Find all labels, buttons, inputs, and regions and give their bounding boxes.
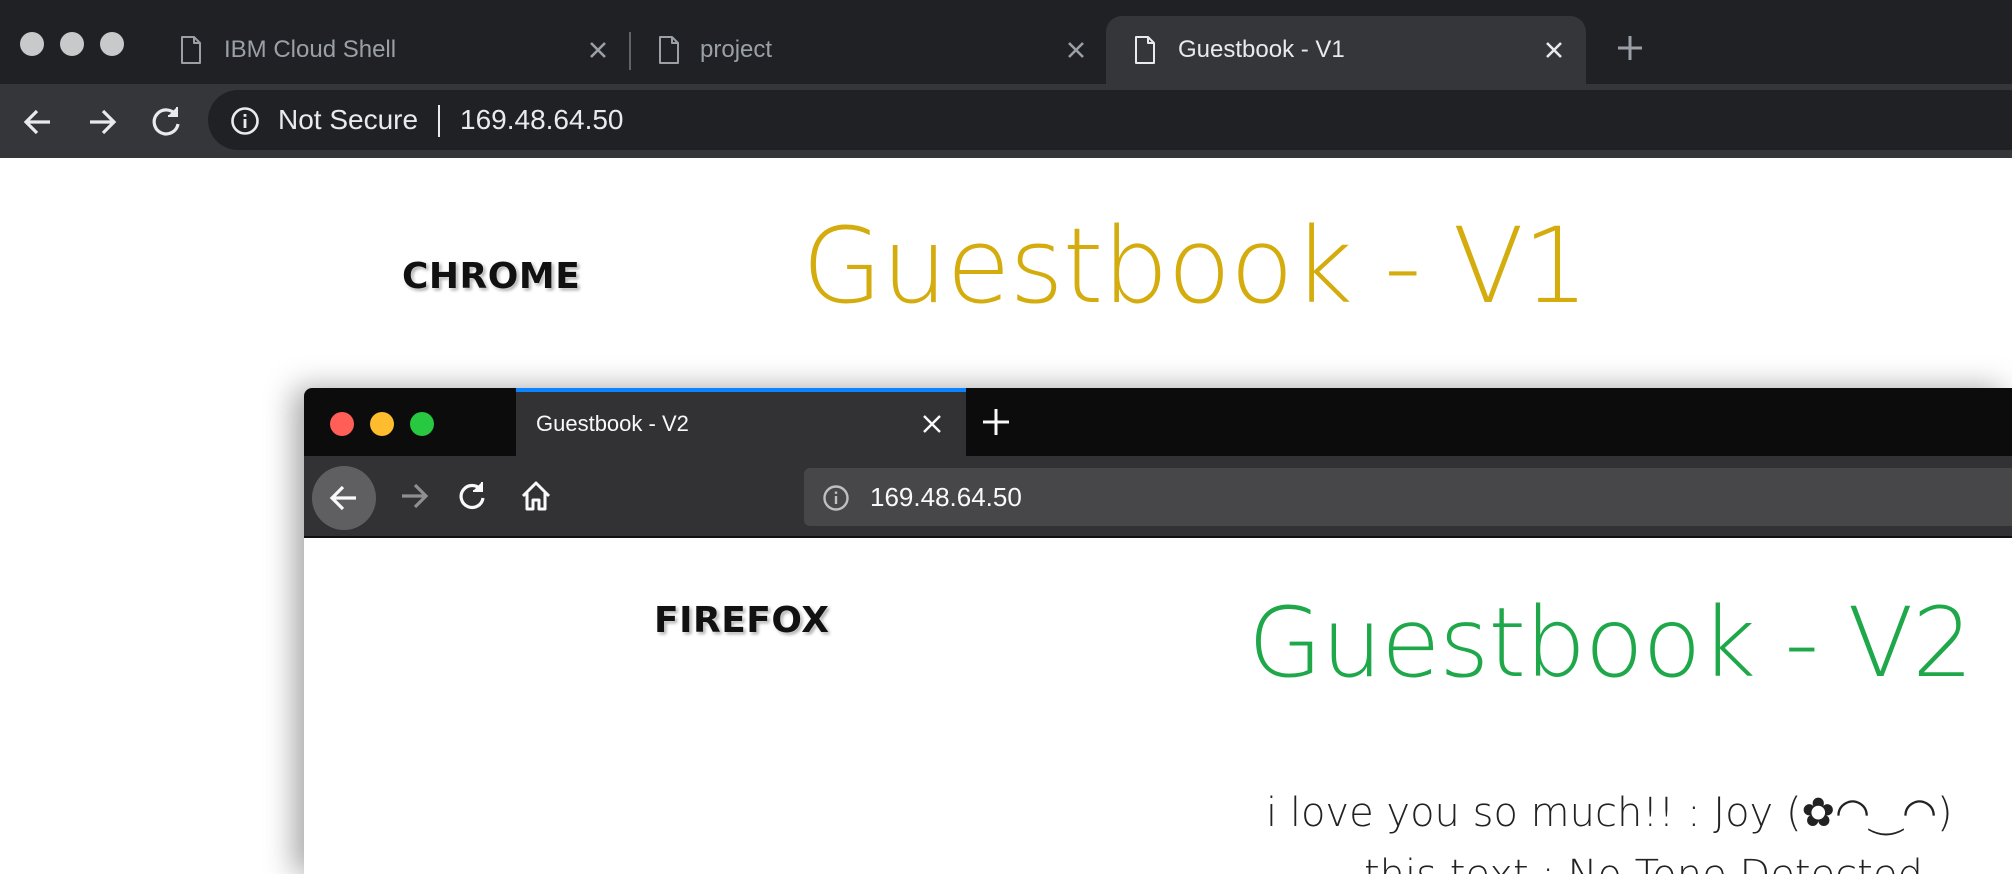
tab-title: Guestbook - V2 bbox=[536, 411, 689, 436]
tab-title: IBM Cloud Shell bbox=[224, 36, 397, 63]
tab-title: Guestbook - V1 bbox=[1178, 36, 1345, 63]
browser-label: FIREFOX bbox=[654, 600, 830, 641]
page-title: Guestbook - V1 bbox=[802, 205, 1589, 327]
tab-ibm-cloud-shell[interactable]: IBM Cloud Shell bbox=[140, 16, 618, 84]
info-icon[interactable] bbox=[822, 484, 850, 512]
back-arrow-icon bbox=[329, 485, 356, 511]
firefox-window: Guestbook - V2 169.48.64.50 FIREFOX Gues… bbox=[304, 388, 2012, 874]
omnibox-separator bbox=[438, 105, 440, 137]
url-text[interactable]: 169.48.64.50 bbox=[870, 482, 1022, 512]
url-text[interactable]: 169.48.64.50 bbox=[460, 104, 624, 136]
firefox-tab-strip: Guestbook - V2 bbox=[304, 388, 2012, 456]
tab-project[interactable]: project bbox=[618, 16, 1096, 84]
window-minimize-button[interactable] bbox=[370, 412, 394, 436]
back-arrow-icon[interactable] bbox=[18, 102, 58, 142]
tab-guestbook-v2[interactable]: Guestbook - V2 bbox=[516, 388, 966, 456]
window-close-button[interactable] bbox=[20, 32, 44, 56]
window-close-button[interactable] bbox=[330, 412, 354, 436]
window-zoom-button[interactable] bbox=[100, 32, 124, 56]
guestbook-entry: this text : No Tone Detected bbox=[1364, 850, 1923, 874]
firefox-toolbar: 169.48.64.50 bbox=[304, 456, 2012, 538]
address-bar[interactable]: Not Secure 169.48.64.50 bbox=[208, 90, 2012, 150]
forward-arrow-icon[interactable] bbox=[82, 102, 122, 142]
close-icon[interactable] bbox=[586, 38, 610, 62]
chrome-toolbar: Not Secure 169.48.64.50 bbox=[0, 84, 2012, 158]
address-bar[interactable]: 169.48.64.50 bbox=[804, 468, 2012, 526]
tab-title: project bbox=[700, 36, 773, 63]
window-minimize-button[interactable] bbox=[60, 32, 84, 56]
home-icon[interactable] bbox=[518, 478, 554, 514]
tab-guestbook-v1[interactable]: Guestbook - V1 bbox=[1106, 16, 1586, 84]
reload-icon[interactable] bbox=[454, 478, 490, 514]
window-zoom-button[interactable] bbox=[410, 412, 434, 436]
close-icon[interactable] bbox=[1064, 38, 1088, 62]
document-icon bbox=[181, 36, 201, 64]
page-title: Guestbook - V2 bbox=[1248, 587, 1973, 699]
close-icon[interactable] bbox=[920, 412, 944, 436]
info-icon[interactable] bbox=[230, 106, 260, 136]
browser-label: CHROME bbox=[402, 256, 581, 297]
document-icon bbox=[1135, 36, 1155, 64]
new-tab-icon[interactable] bbox=[980, 406, 1012, 438]
forward-arrow-icon[interactable] bbox=[396, 478, 432, 514]
document-icon bbox=[659, 36, 679, 64]
guestbook-entry: i love you so much!! : Joy (✿◠‿◠) bbox=[1266, 790, 1953, 836]
reload-icon[interactable] bbox=[146, 102, 186, 142]
close-icon[interactable] bbox=[1542, 38, 1566, 62]
new-tab-icon[interactable] bbox=[1614, 32, 1646, 64]
chrome-tab-strip: IBM Cloud Shell project Guestbook - V1 bbox=[0, 0, 2012, 84]
security-status[interactable]: Not Secure bbox=[278, 104, 418, 136]
back-button[interactable] bbox=[312, 466, 376, 530]
